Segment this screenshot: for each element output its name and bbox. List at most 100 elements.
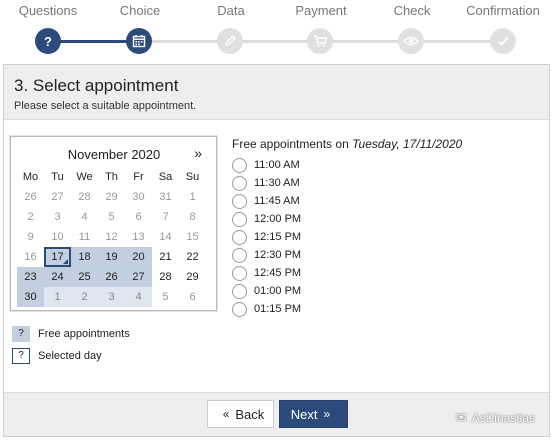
weekday-header: Sa [158, 171, 173, 183]
legend-selected: ? Selected day [12, 345, 130, 367]
appointment-panel: 3. Select appointment Please select a su… [3, 64, 550, 437]
calendar-day[interactable]: 27 [125, 267, 152, 287]
time-slot-option[interactable]: 12:45 PM [232, 264, 532, 282]
time-slot-option[interactable]: 11:45 AM [232, 192, 532, 210]
calendar-day: 15 [186, 231, 199, 243]
calendar-day: 8 [189, 211, 196, 223]
calendar-day[interactable]: 1 [44, 287, 71, 307]
step-label-questions: Questions [18, 3, 78, 18]
calendar-day: 26 [24, 191, 37, 203]
time-slot-option[interactable]: 11:00 AM [232, 156, 532, 174]
weekday-header: Tu [51, 171, 64, 183]
calendar-day: 14 [159, 231, 172, 243]
panel-header: 3. Select appointment Please select a su… [4, 65, 549, 120]
calendar-day[interactable]: 25 [71, 267, 98, 287]
check-icon [497, 36, 509, 46]
calendar-day: 9 [27, 231, 34, 243]
question-icon: ? [44, 33, 52, 49]
calendar-day: 5 [162, 291, 169, 303]
step-confirmation [490, 28, 516, 54]
calendar-day[interactable]: 4 [125, 287, 152, 307]
slots-title: Free appointments on Tuesday, 17/11/2020 [232, 137, 532, 151]
calendar-day[interactable]: 26 [98, 267, 125, 287]
calendar-day[interactable]: 30 [17, 287, 44, 307]
calendar-day[interactable]: 3 [98, 287, 125, 307]
next-button[interactable]: Next » [279, 400, 348, 428]
time-slot-label: 12:15 PM [254, 231, 302, 243]
calendar-day: 11 [78, 231, 91, 243]
step-questions[interactable]: ? [35, 28, 61, 54]
calendar-day: 3 [54, 211, 61, 223]
weekday-header: Th [105, 171, 118, 183]
legend-selected-swatch: ? [12, 348, 30, 364]
weekday-header: Su [185, 171, 200, 183]
date-picker-calendar: November 2020 » Mo Tu We Th Fr Sa Su 26 27 28 29 30… [10, 136, 217, 311]
watermark-text: AsDinastias [471, 411, 535, 425]
eye-icon [403, 36, 419, 46]
calendar-day: 4 [81, 211, 88, 223]
time-slot-option[interactable]: 11:30 AM [232, 174, 532, 192]
page-title: 3. Select appointment [14, 76, 179, 95]
radio-button[interactable] [232, 247, 247, 263]
back-button-label: Back [235, 406, 265, 422]
calendar-day[interactable]: 2 [71, 287, 98, 307]
step-label-choice: Choice [119, 3, 161, 18]
radio-button[interactable] [232, 301, 247, 317]
next-button-label: Next [290, 406, 318, 422]
calendar-day: 30 [132, 191, 145, 203]
time-slot-option[interactable]: 12:30 PM [232, 246, 532, 264]
radio-button[interactable] [232, 193, 247, 209]
panel-footer: « Back Next » ✉ AsDinastias [4, 392, 549, 436]
step-label-data: Data [217, 3, 245, 18]
slots-title-date: Tuesday, 17/11/2020 [352, 137, 463, 151]
time-slot-option[interactable]: 01:15 PM [232, 300, 532, 318]
step-label-check: Check [393, 3, 431, 18]
legend-free: ? Free appointments [12, 323, 130, 345]
calendar-day: 21 [159, 251, 172, 263]
calendar-day[interactable]: 19 [98, 247, 125, 267]
calendar-legend: ? Free appointments ? Selected day [12, 323, 130, 367]
calendar-day: 28 [159, 271, 172, 283]
calendar-icon [132, 35, 146, 48]
calendar-month-label: November 2020 [67, 147, 161, 162]
calendar-day[interactable]: 23 [17, 267, 44, 287]
cart-icon [313, 35, 327, 47]
step-check [398, 28, 424, 54]
radio-button[interactable] [232, 157, 247, 173]
calendar-day: 31 [159, 191, 172, 203]
slots-title-prefix: Free appointments on [232, 137, 349, 151]
step-label-confirmation: Confirmation [466, 3, 540, 18]
radio-button[interactable] [232, 283, 247, 299]
calendar-day: 29 [186, 271, 199, 283]
calendar-day-selected[interactable]: 17 [44, 247, 71, 267]
calendar-day: 7 [162, 211, 169, 223]
radio-button[interactable] [232, 229, 247, 245]
pencil-icon [225, 35, 236, 46]
calendar-day: 16 [24, 251, 37, 263]
calendar-header: November 2020 » [15, 141, 212, 167]
back-button[interactable]: « Back [207, 400, 274, 428]
calendar-day: 28 [78, 191, 91, 203]
calendar-day[interactable]: 18 [71, 247, 98, 267]
step-choice [126, 28, 152, 54]
wechat-icon: ✉ [455, 410, 467, 425]
chevron-right-icon: » [323, 407, 331, 421]
time-slot-option[interactable]: 12:15 PM [232, 228, 532, 246]
time-slot-label: 01:00 PM [254, 285, 302, 297]
calendar-day: 13 [132, 231, 145, 243]
radio-button[interactable] [232, 211, 247, 227]
chevron-left-icon: « [222, 407, 230, 421]
radio-button[interactable] [232, 265, 247, 281]
next-month-button[interactable]: » [194, 145, 202, 161]
time-slot-label: 11:45 AM [254, 195, 300, 207]
progress-stepper: Questions Choice Data Payment Check Conf… [0, 0, 554, 60]
radio-button[interactable] [232, 175, 247, 191]
calendar-day[interactable]: 24 [44, 267, 71, 287]
time-slot-label: 11:30 AM [254, 177, 300, 189]
step-label-payment: Payment [295, 3, 347, 18]
time-slot-option[interactable]: 12:00 PM [232, 210, 532, 228]
time-slot-option[interactable]: 01:00 PM [232, 282, 532, 300]
weekday-header: We [76, 171, 93, 183]
calendar-day: 29 [105, 191, 118, 203]
calendar-day[interactable]: 20 [125, 247, 152, 267]
